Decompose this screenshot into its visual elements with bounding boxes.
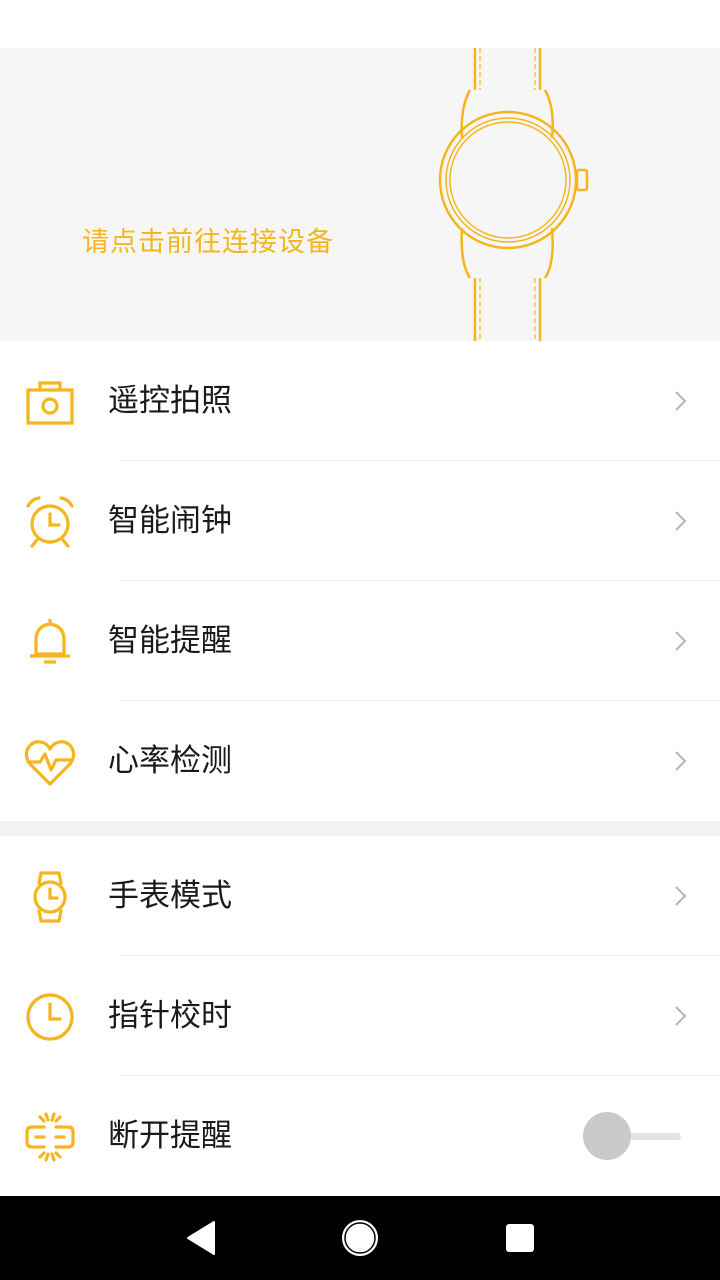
menu-item-disconnect-alert[interactable]: 断开提醒 [0,1076,720,1196]
connect-prompt-text: 请点击前往连接设备 [82,227,334,258]
feature-list-group-2: 手表模式 指针校时 断开提醒 [0,836,720,1196]
menu-item-label: 指针校时 [108,998,232,1034]
clock-icon [26,993,74,1041]
chevron-right-icon [675,751,687,771]
menu-item-smart-reminder[interactable]: 智能提醒 [0,581,720,701]
watch-icon [33,871,67,923]
feature-list-group-1: 遥控拍照 智能闹钟 智能提醒 心率检测 [0,341,720,821]
connect-device-banner[interactable]: 请点击前往连接设备 [0,48,720,341]
menu-item-watch-mode[interactable]: 手表模式 [0,836,720,956]
alarm-clock-icon [26,496,74,548]
menu-item-remote-photo[interactable]: 遥控拍照 [0,341,720,461]
chevron-right-icon [675,391,687,411]
menu-item-label: 心率检测 [108,743,232,779]
menu-item-heart-rate[interactable]: 心率检测 [0,701,720,821]
chevron-right-icon [675,1006,687,1026]
menu-item-label: 遥控拍照 [108,383,232,419]
disconnect-icon [25,1112,75,1162]
group-separator [0,821,720,836]
status-bar [0,0,720,48]
bell-icon [30,619,70,664]
heart-rate-icon [24,740,76,786]
toggle-thumb [583,1112,631,1160]
recents-square-icon[interactable] [498,1216,542,1260]
menu-item-label: 智能提醒 [108,623,232,659]
chevron-right-icon [675,511,687,531]
watch-illustration-icon [438,48,589,341]
camera-icon [26,381,74,425]
chevron-right-icon [675,631,687,651]
menu-item-label: 手表模式 [108,878,232,914]
disconnect-alert-toggle[interactable] [583,1112,683,1160]
menu-item-label: 智能闹钟 [108,503,232,539]
back-triangle-icon[interactable] [180,1216,224,1260]
menu-item-label: 断开提醒 [108,1118,232,1154]
menu-item-hand-calibration[interactable]: 指针校时 [0,956,720,1076]
menu-item-smart-alarm[interactable]: 智能闹钟 [0,461,720,581]
chevron-right-icon [675,886,687,906]
system-navigation-bar [0,1196,720,1280]
home-circle-icon[interactable] [338,1216,382,1260]
